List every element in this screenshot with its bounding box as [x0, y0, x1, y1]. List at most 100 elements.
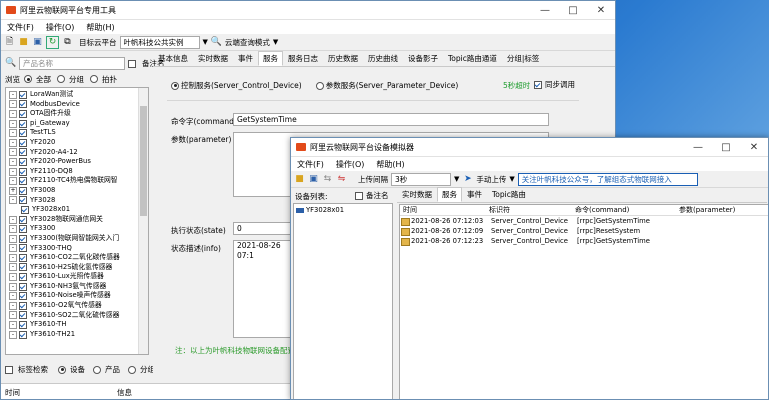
collapse-icon[interactable]: -	[9, 100, 17, 109]
tree-node[interactable]: - LoraWan测试	[9, 90, 148, 100]
sim-connect-icon[interactable]: ⇆	[322, 174, 333, 185]
tree-node[interactable]: - pi_Gateway	[9, 119, 148, 129]
tab-realtime-data[interactable]: 实时数据	[193, 51, 233, 66]
sim-menu-file[interactable]: 文件(F)	[291, 159, 330, 170]
sim-maximize-button[interactable]: □	[712, 142, 740, 153]
sync-call-checkbox[interactable]	[534, 80, 542, 89]
filter-topology-radio[interactable]	[90, 75, 98, 83]
collapse-icon[interactable]: -	[9, 311, 17, 320]
tree-node[interactable]: + YF3008	[9, 186, 148, 196]
tree-node[interactable]: - YF3028	[9, 196, 148, 206]
sim-device-item[interactable]: YF3028x01	[294, 206, 392, 216]
tree-node-checkbox[interactable]	[19, 109, 27, 118]
tree-node-checkbox[interactable]	[19, 292, 27, 301]
tab-history-data[interactable]: 历史数据	[323, 51, 363, 66]
tree-node[interactable]: - YF3610-CO2二氧化碳传感器	[9, 253, 148, 263]
table-row[interactable]: 2021-08-26 07:12:03 Server_Control_Device…	[400, 216, 768, 226]
collapse-icon[interactable]: -	[9, 119, 17, 128]
tab-services[interactable]: 服务	[258, 51, 283, 66]
table-row[interactable]: 2021-08-26 07:12:09 Server_Control_Device…	[400, 226, 768, 236]
tree-node-checkbox[interactable]	[19, 177, 27, 186]
collapse-icon[interactable]: -	[9, 282, 17, 291]
tree-node[interactable]: - YF3610-TH	[9, 320, 148, 330]
tree-node[interactable]: - YF2020-PowerBus	[9, 157, 148, 167]
filter-all-radio[interactable]	[24, 75, 32, 83]
collapse-icon[interactable]: -	[9, 263, 17, 272]
close-button[interactable]: ✕	[587, 5, 615, 16]
tree-node-checkbox[interactable]	[19, 311, 27, 320]
table-row[interactable]: 2021-08-26 07:12:23 Server_Control_Device…	[400, 236, 768, 246]
sim-tab-service[interactable]: 服务	[437, 187, 462, 202]
sim-tab-event[interactable]: 事件	[462, 187, 487, 202]
maximize-button[interactable]: □	[559, 5, 587, 16]
tree-node-checkbox[interactable]	[19, 138, 27, 147]
tree-node[interactable]: - YF3610-Lux光照传感器	[9, 272, 148, 282]
open-folder-icon[interactable]: ■	[18, 37, 29, 48]
sim-minimize-button[interactable]: —	[684, 142, 712, 153]
sim-open-folder-icon[interactable]: ■	[294, 174, 305, 185]
tree-node-checkbox[interactable]	[19, 100, 27, 109]
tab-service-log[interactable]: 服务日志	[283, 51, 323, 66]
menu-file[interactable]: 文件(F)	[1, 22, 40, 33]
collapse-icon[interactable]: -	[9, 234, 17, 243]
manual-upload-button[interactable]: 手动上传	[476, 174, 506, 185]
tree-node[interactable]: - YF2020	[9, 138, 148, 148]
save-icon[interactable]: ▣	[32, 37, 43, 48]
tree-node[interactable]: - YF3610-TH21	[9, 330, 148, 340]
tree-node[interactable]: - YF3610-O2氧气传感器	[9, 301, 148, 311]
sim-disconnect-icon[interactable]: ⇋	[336, 174, 347, 185]
collapse-icon[interactable]: -	[9, 148, 17, 157]
tree-node-checkbox[interactable]	[19, 129, 27, 138]
tab-events[interactable]: 事件	[233, 51, 258, 66]
query-icon[interactable]: 🔍	[211, 37, 222, 48]
tree-node[interactable]: - YF3610-SO2二氧化硫传感器	[9, 311, 148, 321]
menu-operate[interactable]: 操作(O)	[40, 22, 81, 33]
sim-menu-operate[interactable]: 操作(O)	[330, 159, 371, 170]
collapse-icon[interactable]: -	[9, 109, 17, 118]
sim-note-checkbox[interactable]	[355, 191, 363, 200]
collapse-icon[interactable]: -	[9, 292, 17, 301]
manual-upload-dropdown-icon[interactable]: ▼	[509, 175, 514, 183]
tree-node-checkbox[interactable]	[19, 148, 27, 157]
tab-device-shadow[interactable]: 设备影子	[403, 51, 443, 66]
collapse-icon[interactable]: -	[9, 321, 17, 330]
new-file-icon[interactable]: 🗎	[4, 37, 15, 48]
tree-node-checkbox[interactable]	[19, 253, 27, 262]
param-service-radio[interactable]	[315, 81, 324, 90]
tree-node[interactable]: - YF3300(物联网智能网关入门	[9, 234, 148, 244]
note-name-checkbox[interactable]	[128, 59, 136, 68]
collapse-icon[interactable]: -	[9, 167, 17, 176]
platform-select[interactable]: 叶帆科技公共实例	[119, 35, 200, 49]
tree-scroll-thumb[interactable]	[140, 106, 147, 216]
refresh-icon[interactable]: ↻	[46, 35, 59, 49]
minimize-button[interactable]: —	[531, 5, 559, 16]
tree-node-checkbox[interactable]	[19, 157, 27, 166]
collapse-icon[interactable]: -	[9, 273, 17, 282]
collapse-icon[interactable]: -	[9, 253, 17, 262]
tree-node[interactable]: - YF3610-H2S硫化氢传感器	[9, 263, 148, 273]
upload-interval-select[interactable]: 3秒	[391, 172, 451, 186]
tree-node-checkbox[interactable]	[19, 196, 27, 205]
manual-upload-icon[interactable]: ➤	[462, 174, 473, 185]
tree-node[interactable]: - TestTLS	[9, 128, 148, 138]
collapse-icon[interactable]: -	[9, 196, 17, 205]
tree-node-checkbox[interactable]	[19, 90, 27, 99]
tree-node-checkbox[interactable]	[19, 186, 27, 195]
tree-node[interactable]: - YF2020-A4-12	[9, 148, 148, 158]
sim-close-button[interactable]: ✕	[740, 142, 768, 153]
cloud-mode-label[interactable]: 云端查询模式	[225, 37, 270, 48]
tag-search-checkbox[interactable]	[5, 365, 13, 374]
tag-group-radio[interactable]	[128, 365, 136, 374]
collapse-icon[interactable]: -	[9, 301, 17, 310]
cloud-mode-dropdown-icon[interactable]: ▼	[273, 38, 278, 46]
tree-node-checkbox[interactable]	[19, 321, 27, 330]
tree-node[interactable]: - YF3300	[9, 224, 148, 234]
tree-node-checkbox[interactable]	[19, 167, 27, 176]
tab-topic-route[interactable]: Topic路由通道	[443, 51, 502, 66]
platform-dropdown-icon[interactable]: ▼	[203, 38, 208, 46]
collapse-icon[interactable]: -	[9, 138, 17, 147]
filter-group-radio[interactable]	[57, 75, 65, 83]
tree-node[interactable]: - YF2110-DQ8	[9, 167, 148, 177]
sim-save-icon[interactable]: ▣	[308, 174, 319, 185]
tree-node[interactable]: - YF3300-THQ	[9, 244, 148, 254]
